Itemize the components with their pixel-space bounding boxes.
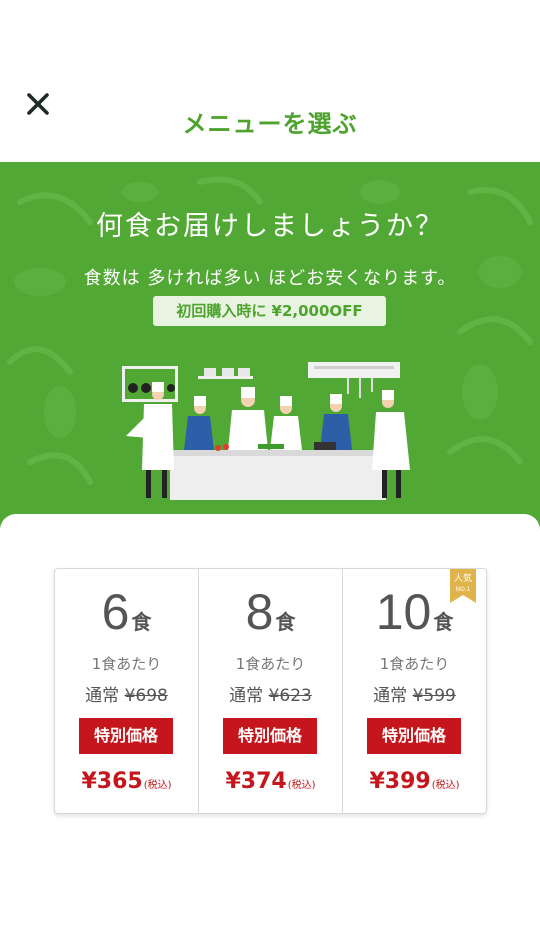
per-meal-label: 1食あたり [379,655,450,673]
plan-selector: 6食 1食あたり 通常 ¥698 特別価格 ¥365(税込) 8食 1食あたり … [54,568,487,814]
per-meal-label: 1食あたり [235,655,306,673]
chefs-kitchen-illustration-icon [122,362,410,500]
header: メニューを選ぶ [0,0,540,162]
special-price-badge: 特別価格 [223,718,317,754]
per-meal-label: 1食あたり [91,655,162,673]
sale-price: ¥374(税込) [225,769,316,794]
hero-title: 何食お届けしましょうか？ [96,211,444,242]
regular-price: 通常 ¥623 [229,686,312,706]
sale-price: ¥365(税込) [81,769,172,794]
plan-option-8[interactable]: 8食 1食あたり 通常 ¥623 特別価格 ¥374(税込) [199,569,343,813]
plan-option-6[interactable]: 6食 1食あたり 通常 ¥698 特別価格 ¥365(税込) [55,569,199,813]
sale-price: ¥399(税込) [369,769,460,794]
plan-count: 8食 [245,584,296,640]
hero-banner: 何食お届けしましょうか？ 食数は 多ければ多い ほどお安くなります。 初回購入時… [0,162,540,532]
regular-price: 通常 ¥599 [373,686,456,706]
plan-count: 6食 [101,584,152,640]
promo-badge: 初回購入時に ¥2,000OFF [153,296,386,326]
plan-count: 10 食 [375,584,454,640]
special-price-badge: 特別価格 [79,718,173,754]
plan-option-10[interactable]: 人気 NO.1 10 食 1食あたり 通常 ¥599 特別価格 ¥399(税込) [343,569,486,813]
hero-subtitle: 食数は 多ければ多い ほどお安くなります。 [83,268,457,289]
regular-price: 通常 ¥698 [85,686,168,706]
page-title: メニューを選ぶ [182,110,358,138]
special-price-badge: 特別価格 [367,718,461,754]
